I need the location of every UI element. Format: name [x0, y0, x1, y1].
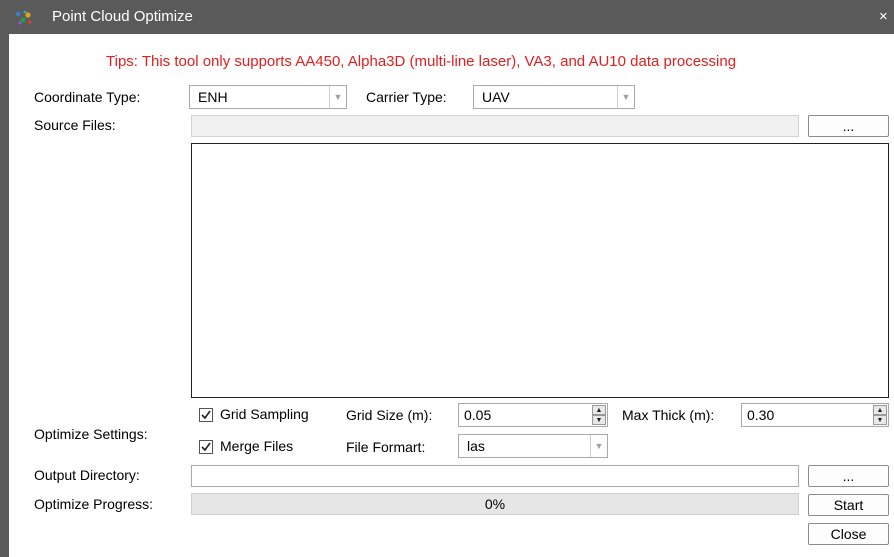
- output-browse-button[interactable]: ...: [808, 465, 889, 487]
- optimize-progress-label: Optimize Progress:: [34, 496, 154, 512]
- window-border: [0, 34, 9, 557]
- chevron-down-icon: ▼: [329, 86, 346, 108]
- optimize-settings-label: Optimize Settings:: [34, 426, 148, 442]
- spin-down-icon[interactable]: ▼: [592, 415, 606, 425]
- merge-files-label: Merge Files: [220, 438, 294, 454]
- checkmark-icon: [201, 410, 211, 420]
- source-files-label: Source Files:: [34, 117, 116, 133]
- coordinate-type-label: Coordinate Type:: [34, 89, 141, 105]
- source-browse-button[interactable]: ...: [808, 115, 889, 137]
- output-directory-label: Output Directory:: [34, 467, 140, 483]
- spin-up-icon[interactable]: ▲: [592, 405, 606, 415]
- chevron-down-icon: ▼: [590, 435, 607, 457]
- spin-up-icon[interactable]: ▲: [873, 405, 887, 415]
- output-directory-path[interactable]: [191, 465, 799, 487]
- grid-sampling-checkbox[interactable]: [199, 408, 213, 422]
- grid-size-value: 0.05: [464, 407, 492, 423]
- file-format-select[interactable]: las ▼: [458, 434, 608, 458]
- file-format-label: File Formart:: [346, 439, 426, 455]
- tips-text: Tips: This tool only supports AA450, Alp…: [106, 53, 737, 70]
- source-files-path[interactable]: [191, 115, 799, 137]
- spin-down-icon[interactable]: ▼: [873, 415, 887, 425]
- chevron-down-icon: ▼: [617, 86, 634, 108]
- start-button[interactable]: Start: [808, 494, 889, 516]
- point-cloud-app-icon: [15, 10, 32, 25]
- grid-size-spinbox[interactable]: 0.05 ▲ ▼: [458, 403, 608, 427]
- checkmark-icon: [201, 442, 211, 452]
- merge-files-checkbox[interactable]: [199, 440, 213, 454]
- max-thick-value: 0.30: [747, 407, 775, 423]
- grid-sampling-label: Grid Sampling: [220, 406, 309, 422]
- progress-bar: 0%: [191, 493, 799, 515]
- carrier-type-label: Carrier Type:: [366, 89, 447, 105]
- max-thick-label: Max Thick (m):: [622, 407, 715, 423]
- carrier-type-select[interactable]: UAV ▼: [473, 85, 635, 109]
- progress-text: 0%: [484, 496, 506, 512]
- coordinate-type-select[interactable]: ENH ▼: [189, 85, 347, 109]
- max-thick-spinbox[interactable]: 0.30 ▲ ▼: [741, 403, 889, 427]
- source-files-list[interactable]: [191, 143, 889, 398]
- grid-size-label: Grid Size (m):: [346, 407, 433, 423]
- window-title: Point Cloud Optimize: [52, 8, 193, 25]
- carrier-type-value: UAV: [482, 89, 510, 105]
- close-button[interactable]: Close: [808, 523, 889, 545]
- coordinate-type-value: ENH: [198, 89, 228, 105]
- file-format-value: las: [467, 438, 485, 454]
- title-bar: Point Cloud Optimize ×: [0, 0, 894, 34]
- close-icon[interactable]: ×: [879, 8, 888, 25]
